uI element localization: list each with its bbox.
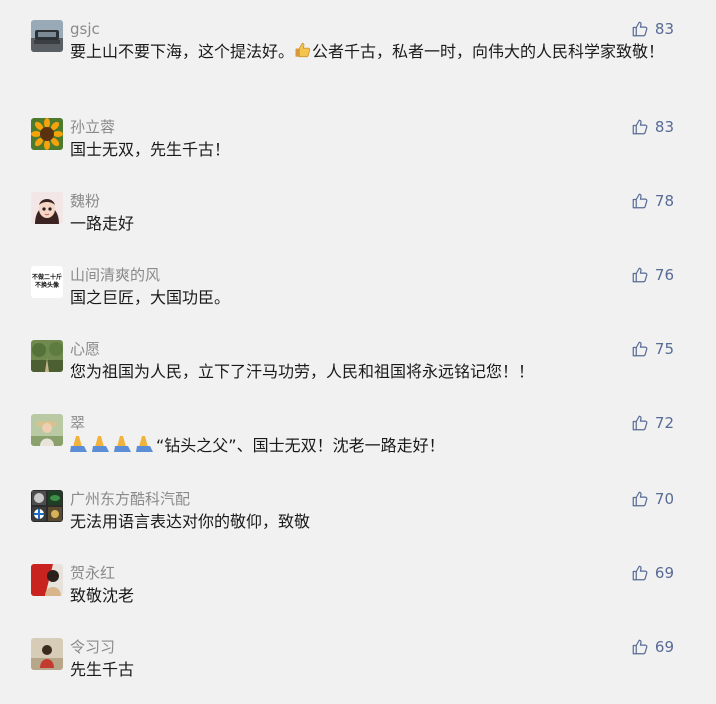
thumbs-up-icon [631, 564, 649, 582]
commenter-name[interactable]: 山间清爽的风 [70, 266, 160, 284]
commenter-name[interactable]: 令习习 [70, 638, 115, 656]
comment-text: 致敬沈老 [70, 586, 135, 605]
commenter-name[interactable]: 贺永红 [70, 564, 115, 582]
commenter-name[interactable]: 心愿 [70, 340, 100, 358]
avatar[interactable] [31, 20, 63, 52]
avatar[interactable] [31, 192, 63, 224]
like-count: 69 [654, 638, 674, 656]
thumbs-up-icon [631, 414, 649, 432]
thumbs-up-icon [631, 266, 649, 284]
like-button[interactable]: 69 [631, 638, 674, 656]
comment-text: 要上山不要下海，这个提法好。 公者千古，私者一时，向伟大的人民科学家致敬！ [70, 40, 670, 65]
like-button[interactable]: 72 [631, 414, 674, 432]
folded-hands-emoji-icon [70, 435, 156, 459]
like-button[interactable]: 76 [631, 266, 674, 284]
like-count: 69 [654, 564, 674, 582]
thumbs-up-icon [631, 192, 649, 210]
like-button[interactable]: 69 [631, 564, 674, 582]
comment-text: 先生千古 [70, 660, 135, 679]
comment-text-part: “钻头之父”、国士无双！沈老一路走好！ [156, 436, 445, 455]
comment-text-part: 公者千古，私者一时，向伟大的人民科学家致敬！ [312, 42, 665, 61]
avatar-text-line: 不做二十斤 [31, 274, 62, 281]
avatar[interactable]: 不做二十斤 不换头像 [31, 266, 63, 298]
avatar-text-line: 不换头像 [34, 282, 59, 289]
thumbs-up-icon [631, 490, 649, 508]
like-count: 75 [654, 340, 674, 358]
avatar[interactable] [31, 118, 63, 150]
like-count: 83 [654, 118, 674, 136]
comment-text: 无法用语言表达对你的敬仰，致敬 [70, 512, 311, 531]
avatar-text: 不做二十斤 不换头像 [31, 266, 63, 290]
thumbs-up-emoji-icon [294, 41, 312, 65]
commenter-name[interactable]: 翠 [70, 414, 85, 432]
commenter-name[interactable]: 魏粉 [70, 192, 100, 210]
comment-list: gsjc 要上山不要下海，这个提法好。 公者千古，私者一时，向伟大的人民科学家致敬… [0, 0, 716, 704]
comment-text: 一路走好 [70, 214, 135, 233]
like-button[interactable]: 83 [631, 118, 674, 136]
comment-text: 您为祖国为人民，立下了汗马功劳，人民和祖国将永远铭记您！！ [70, 362, 535, 381]
avatar[interactable] [31, 414, 63, 446]
comment-text: “钻头之父”、国士无双！沈老一路走好！ [70, 434, 670, 459]
thumbs-up-icon [631, 340, 649, 358]
like-button[interactable]: 75 [631, 340, 674, 358]
avatar[interactable] [31, 490, 63, 522]
avatar[interactable] [31, 638, 63, 670]
comment-text-part: 要上山不要下海，这个提法好。 [70, 42, 295, 61]
like-button[interactable]: 78 [631, 192, 674, 210]
commenter-name[interactable]: 孙立蓉 [70, 118, 115, 136]
avatar[interactable] [31, 340, 63, 372]
thumbs-up-icon [631, 20, 649, 38]
like-count: 72 [654, 414, 674, 432]
thumbs-up-icon [631, 638, 649, 656]
like-button[interactable]: 70 [631, 490, 674, 508]
commenter-name[interactable]: 广州东方酷科汽配 [70, 490, 190, 508]
comment-text: 国士无双，先生千古！ [70, 140, 231, 159]
comment-text: 国之巨匠，大国功臣。 [70, 288, 231, 307]
avatar[interactable] [31, 564, 63, 596]
like-count: 70 [654, 490, 674, 508]
thumbs-up-icon [631, 118, 649, 136]
commenter-name[interactable]: gsjc [70, 20, 100, 38]
like-count: 78 [654, 192, 674, 210]
like-count: 83 [654, 20, 674, 38]
like-count: 76 [654, 266, 674, 284]
like-button[interactable]: 83 [631, 20, 674, 38]
